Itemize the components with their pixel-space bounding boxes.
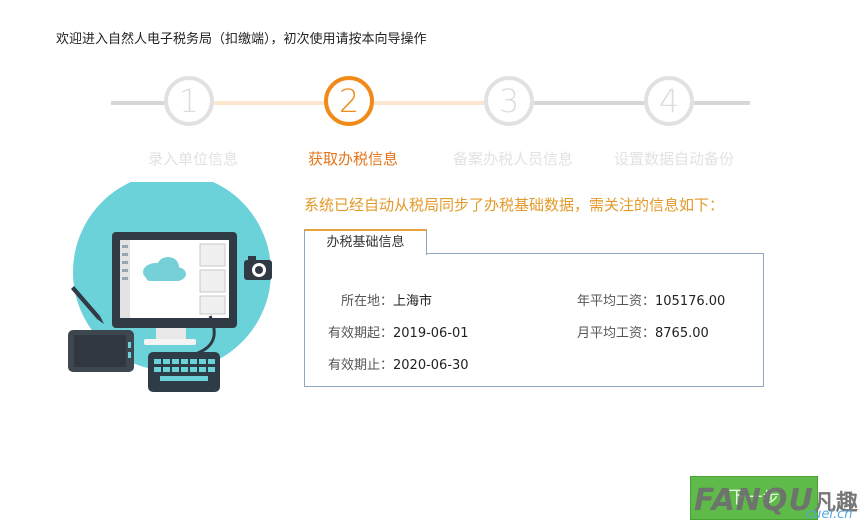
valid-to-value: 2020-06-30 (393, 358, 469, 373)
valid-to-field: 有效期止：2020-06-30 (328, 354, 469, 373)
step-circle-1: 1 (164, 76, 214, 126)
valid-from-field: 有效期起：2019-06-01 (328, 322, 469, 341)
step-circle-3: 3 (484, 76, 534, 126)
tablet-icon (68, 330, 134, 372)
location-value: 上海市 (393, 294, 433, 309)
step-label-3: 备案办税人员信息 (452, 150, 573, 168)
step-circle-4: 4 (644, 76, 694, 126)
step-track-right (694, 101, 750, 105)
step-track-done (214, 101, 325, 105)
annual-salary-label: 年平均工资： (576, 294, 655, 309)
location-field: 所在地：上海市 (328, 290, 432, 309)
step-track-active (374, 101, 486, 105)
location-label: 所在地： (340, 294, 393, 309)
annual-salary-field: 年平均工资：105176.00 (570, 290, 725, 309)
valid-from-label: 有效期起： (328, 326, 394, 341)
step-track-pending-1 (534, 101, 646, 105)
keyboard-icon (148, 352, 220, 392)
step-label-2: 获取办税信息 (307, 150, 398, 168)
monthly-salary-field: 月平均工资：8765.00 (570, 322, 709, 341)
annual-salary-value: 105176.00 (655, 294, 726, 309)
watermark-brand-cn: 凡趣 (813, 491, 858, 516)
welcome-text: 欢迎进入自然人电子税务局（扣缴端），初次使用请按本向导操作 (56, 32, 427, 47)
info-panel-tab[interactable]: 办税基础信息 (304, 229, 427, 255)
step-circle-2: 2 (324, 76, 374, 126)
monthly-salary-value: 8765.00 (655, 326, 709, 341)
step-label-4: 设置数据自动备份 (613, 150, 734, 168)
step-track-left (111, 101, 165, 105)
workstation-illustration (68, 182, 272, 392)
next-step-button[interactable]: 下一步 (690, 476, 818, 520)
valid-from-value: 2019-06-01 (393, 326, 469, 341)
step-label-1: 录入单位信息 (147, 150, 238, 168)
valid-to-label: 有效期止： (328, 358, 394, 373)
sync-message: 系统已经自动从税局同步了办税基础数据，需关注的信息如下： (304, 196, 725, 214)
monthly-salary-label: 月平均工资： (576, 326, 655, 341)
